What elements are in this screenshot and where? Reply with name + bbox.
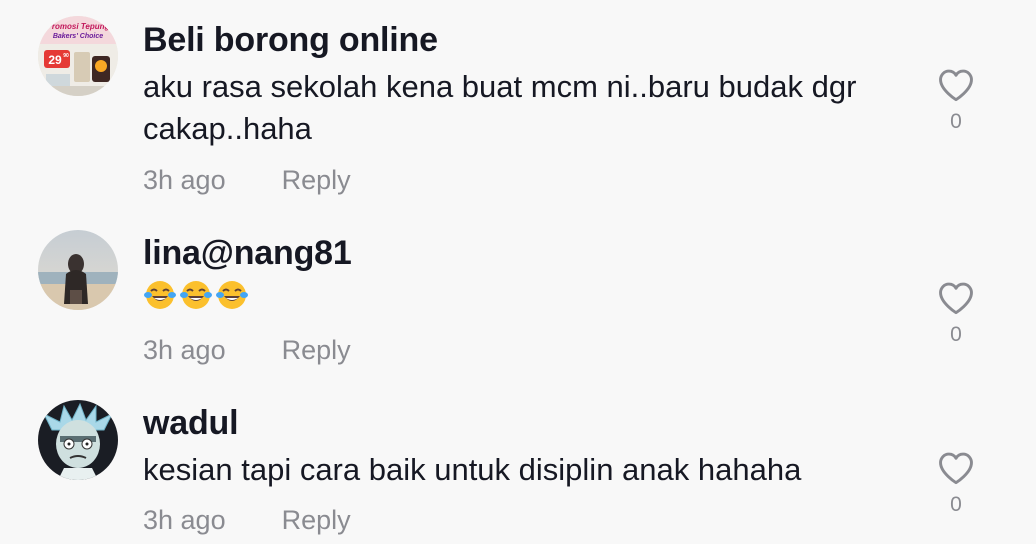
avatar[interactable]	[38, 230, 118, 310]
comment-text: kesian tapi cara baik untuk disiplin ana…	[143, 452, 802, 487]
like-count: 0	[950, 110, 962, 133]
promo-line1: Promosi Tepung	[47, 22, 110, 31]
avatar[interactable]	[38, 400, 118, 480]
beach-photo-avatar-image	[38, 230, 118, 310]
like-button[interactable]: 0	[935, 451, 977, 517]
heart-outline-icon[interactable]	[937, 451, 975, 485]
username[interactable]: lina@nang81	[143, 234, 352, 273]
comment-time: 3h ago	[143, 505, 226, 535]
cartoon-character-avatar-image	[38, 400, 118, 480]
promo-line2: Bakers' Choice	[53, 33, 103, 40]
comment-time: 3h ago	[143, 335, 226, 365]
comment-meta: 3h ago Reply	[143, 505, 351, 536]
comment-time: 3h ago	[143, 165, 226, 195]
like-count: 0	[950, 493, 962, 516]
laughing-tears-emoji-icon	[143, 278, 177, 323]
emoji-row	[143, 281, 251, 316]
reply-button[interactable]: Reply	[282, 335, 351, 365]
comment-meta: 3h ago Reply	[143, 165, 351, 196]
comment-text: aku rasa sekolah kena buat mcm ni..baru …	[143, 69, 857, 146]
heart-outline-icon[interactable]	[937, 281, 975, 315]
reply-button[interactable]: Reply	[282, 165, 351, 195]
comment-meta: 3h ago Reply	[143, 335, 351, 366]
avatar[interactable]: Promosi Tepung Bakers' Choice 29 90	[38, 16, 118, 96]
promo-price: 29	[48, 53, 62, 67]
like-count: 0	[950, 323, 962, 346]
like-button[interactable]: 0	[935, 281, 977, 347]
comment-text	[143, 278, 913, 323]
laughing-tears-emoji-icon	[179, 278, 213, 323]
promo-avatar-image: Promosi Tepung Bakers' Choice 29 90	[38, 16, 118, 96]
heart-outline-icon[interactable]	[937, 68, 975, 102]
promo-price-cents: 90	[63, 53, 69, 59]
laughing-tears-emoji-icon	[215, 278, 249, 323]
like-button[interactable]: 0	[935, 68, 977, 134]
reply-button[interactable]: Reply	[282, 505, 351, 535]
username[interactable]: Beli borong online	[143, 21, 438, 60]
username[interactable]: wadul	[143, 404, 239, 443]
